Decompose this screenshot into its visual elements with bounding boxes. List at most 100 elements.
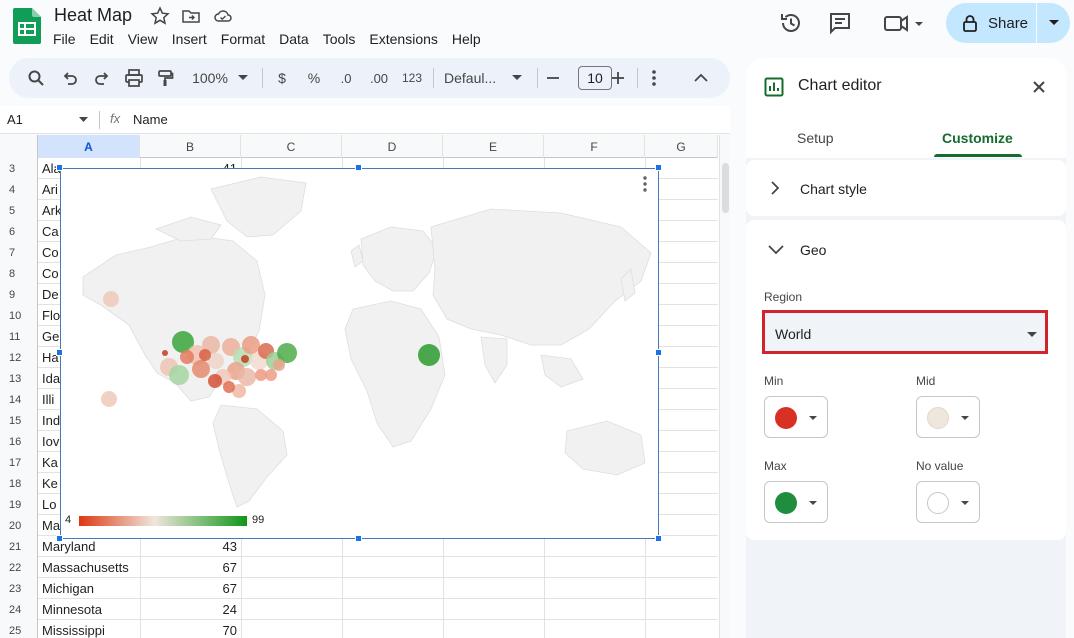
row-header[interactable]: 11 xyxy=(0,326,38,347)
increase-font-size-icon[interactable] xyxy=(610,68,626,88)
paint-format-icon[interactable] xyxy=(156,68,174,88)
chart-more-options-icon[interactable] xyxy=(642,175,648,193)
max-color-picker[interactable] xyxy=(764,481,828,523)
row-header[interactable]: 18 xyxy=(0,473,38,494)
cell-value[interactable]: 67 xyxy=(140,581,237,596)
chevron-down-icon[interactable] xyxy=(767,244,785,256)
geo-section-title[interactable]: Geo xyxy=(800,242,826,258)
cell-name[interactable]: Ge xyxy=(42,329,59,344)
map-bubble[interactable] xyxy=(223,381,235,393)
cell-value[interactable]: 67 xyxy=(140,560,237,575)
map-bubble[interactable] xyxy=(208,374,222,388)
row-header[interactable]: 8 xyxy=(0,263,38,284)
cell-name[interactable]: Michigan xyxy=(42,581,94,596)
map-bubble[interactable] xyxy=(162,350,168,356)
version-history-icon[interactable] xyxy=(778,10,804,36)
meet-video-icon[interactable] xyxy=(882,10,926,36)
menu-insert[interactable]: Insert xyxy=(165,29,214,49)
cell-name[interactable]: Ke xyxy=(42,476,58,491)
cell-name[interactable]: Maryland xyxy=(42,539,95,554)
row-header[interactable]: 3 xyxy=(0,158,38,179)
sheets-logo-icon[interactable] xyxy=(13,8,41,44)
share-dropdown[interactable] xyxy=(1037,3,1070,43)
menu-edit[interactable]: Edit xyxy=(83,29,121,49)
map-bubble[interactable] xyxy=(265,369,277,381)
column-header-f[interactable]: F xyxy=(544,135,645,158)
format-percent-button[interactable]: % xyxy=(304,68,324,88)
row-header[interactable]: 12 xyxy=(0,347,38,368)
resize-handle-top[interactable] xyxy=(355,164,362,171)
row-header[interactable]: 10 xyxy=(0,305,38,326)
format-currency-button[interactable]: $ xyxy=(272,68,292,88)
font-size-input[interactable]: 10 xyxy=(578,66,612,90)
name-box[interactable]: A1 xyxy=(7,112,23,127)
map-bubble[interactable] xyxy=(273,359,285,371)
menu-help[interactable]: Help xyxy=(445,29,488,49)
name-box-chevron-down-icon[interactable] xyxy=(79,117,88,123)
column-header-g[interactable]: G xyxy=(645,135,718,158)
resize-handle-bottom-left[interactable] xyxy=(56,535,63,542)
row-header[interactable]: 25 xyxy=(0,620,38,638)
more-options-icon[interactable] xyxy=(649,68,659,88)
cell-name[interactable]: Flo xyxy=(42,308,60,323)
menu-tools[interactable]: Tools xyxy=(316,29,363,49)
column-header-c[interactable]: C xyxy=(241,135,342,158)
cell-value[interactable]: 24 xyxy=(140,602,237,617)
decrease-font-size-icon[interactable] xyxy=(545,68,561,88)
map-bubble[interactable] xyxy=(242,336,260,354)
column-header-b[interactable]: B xyxy=(140,135,241,158)
decrease-decimal-button[interactable]: .0 xyxy=(334,68,358,88)
map-bubble[interactable] xyxy=(103,291,119,307)
move-to-folder-icon[interactable] xyxy=(181,6,201,26)
min-color-picker[interactable] xyxy=(764,396,828,438)
resize-handle-right[interactable] xyxy=(655,349,662,356)
map-bubble[interactable] xyxy=(180,350,194,364)
font-chevron-down-icon[interactable] xyxy=(512,68,522,88)
cell-name[interactable]: Co xyxy=(42,266,59,281)
resize-handle-left[interactable] xyxy=(56,349,63,356)
search-menus-icon[interactable] xyxy=(27,68,45,88)
row-header[interactable]: 24 xyxy=(0,599,38,620)
resize-handle-bottom-right[interactable] xyxy=(655,535,662,542)
row-header[interactable]: 5 xyxy=(0,200,38,221)
map-bubble[interactable] xyxy=(241,355,249,363)
scrollbar-thumb[interactable] xyxy=(722,163,729,213)
zoom-value[interactable]: 100% xyxy=(190,68,230,88)
cell-value[interactable]: 43 xyxy=(140,539,237,554)
menu-format[interactable]: Format xyxy=(214,29,272,49)
menu-data[interactable]: Data xyxy=(272,29,316,49)
row-header[interactable]: 19 xyxy=(0,494,38,515)
cell-name[interactable]: De xyxy=(42,287,59,302)
menu-view[interactable]: View xyxy=(121,29,165,49)
redo-icon[interactable] xyxy=(93,68,111,88)
document-title[interactable]: Heat Map xyxy=(54,5,132,26)
cell-name[interactable]: Ca xyxy=(42,224,59,239)
no-value-color-picker[interactable] xyxy=(916,481,980,523)
column-header-a[interactable]: A xyxy=(38,135,140,158)
row-header[interactable]: 22 xyxy=(0,557,38,578)
map-bubble[interactable] xyxy=(169,365,189,385)
map-bubble[interactable] xyxy=(199,349,211,361)
map-bubble[interactable] xyxy=(101,391,117,407)
resize-handle-top-right[interactable] xyxy=(655,164,662,171)
select-all-corner[interactable] xyxy=(0,135,38,158)
cell-name[interactable]: Ida xyxy=(42,371,60,386)
row-header[interactable]: 7 xyxy=(0,242,38,263)
row-header[interactable]: 21 xyxy=(0,536,38,557)
tab-customize[interactable]: Customize xyxy=(942,130,1013,146)
cell-name[interactable]: Iov xyxy=(42,434,59,449)
menu-file[interactable]: File xyxy=(46,29,83,49)
cell-name[interactable]: Mississippi xyxy=(42,623,105,638)
cell-name[interactable]: Massachusetts xyxy=(42,560,129,575)
cell-name[interactable]: Ark xyxy=(42,203,62,218)
map-bubble[interactable] xyxy=(192,360,210,378)
cloud-saved-icon[interactable] xyxy=(213,6,233,26)
print-icon[interactable] xyxy=(124,68,144,88)
collapse-toolbar-icon[interactable] xyxy=(694,68,708,88)
comments-icon[interactable] xyxy=(827,10,853,36)
resize-handle-top-left[interactable] xyxy=(56,164,63,171)
row-header[interactable]: 14 xyxy=(0,389,38,410)
column-header-e[interactable]: E xyxy=(443,135,544,158)
star-icon[interactable] xyxy=(150,6,170,26)
row-header[interactable]: 20 xyxy=(0,515,38,536)
